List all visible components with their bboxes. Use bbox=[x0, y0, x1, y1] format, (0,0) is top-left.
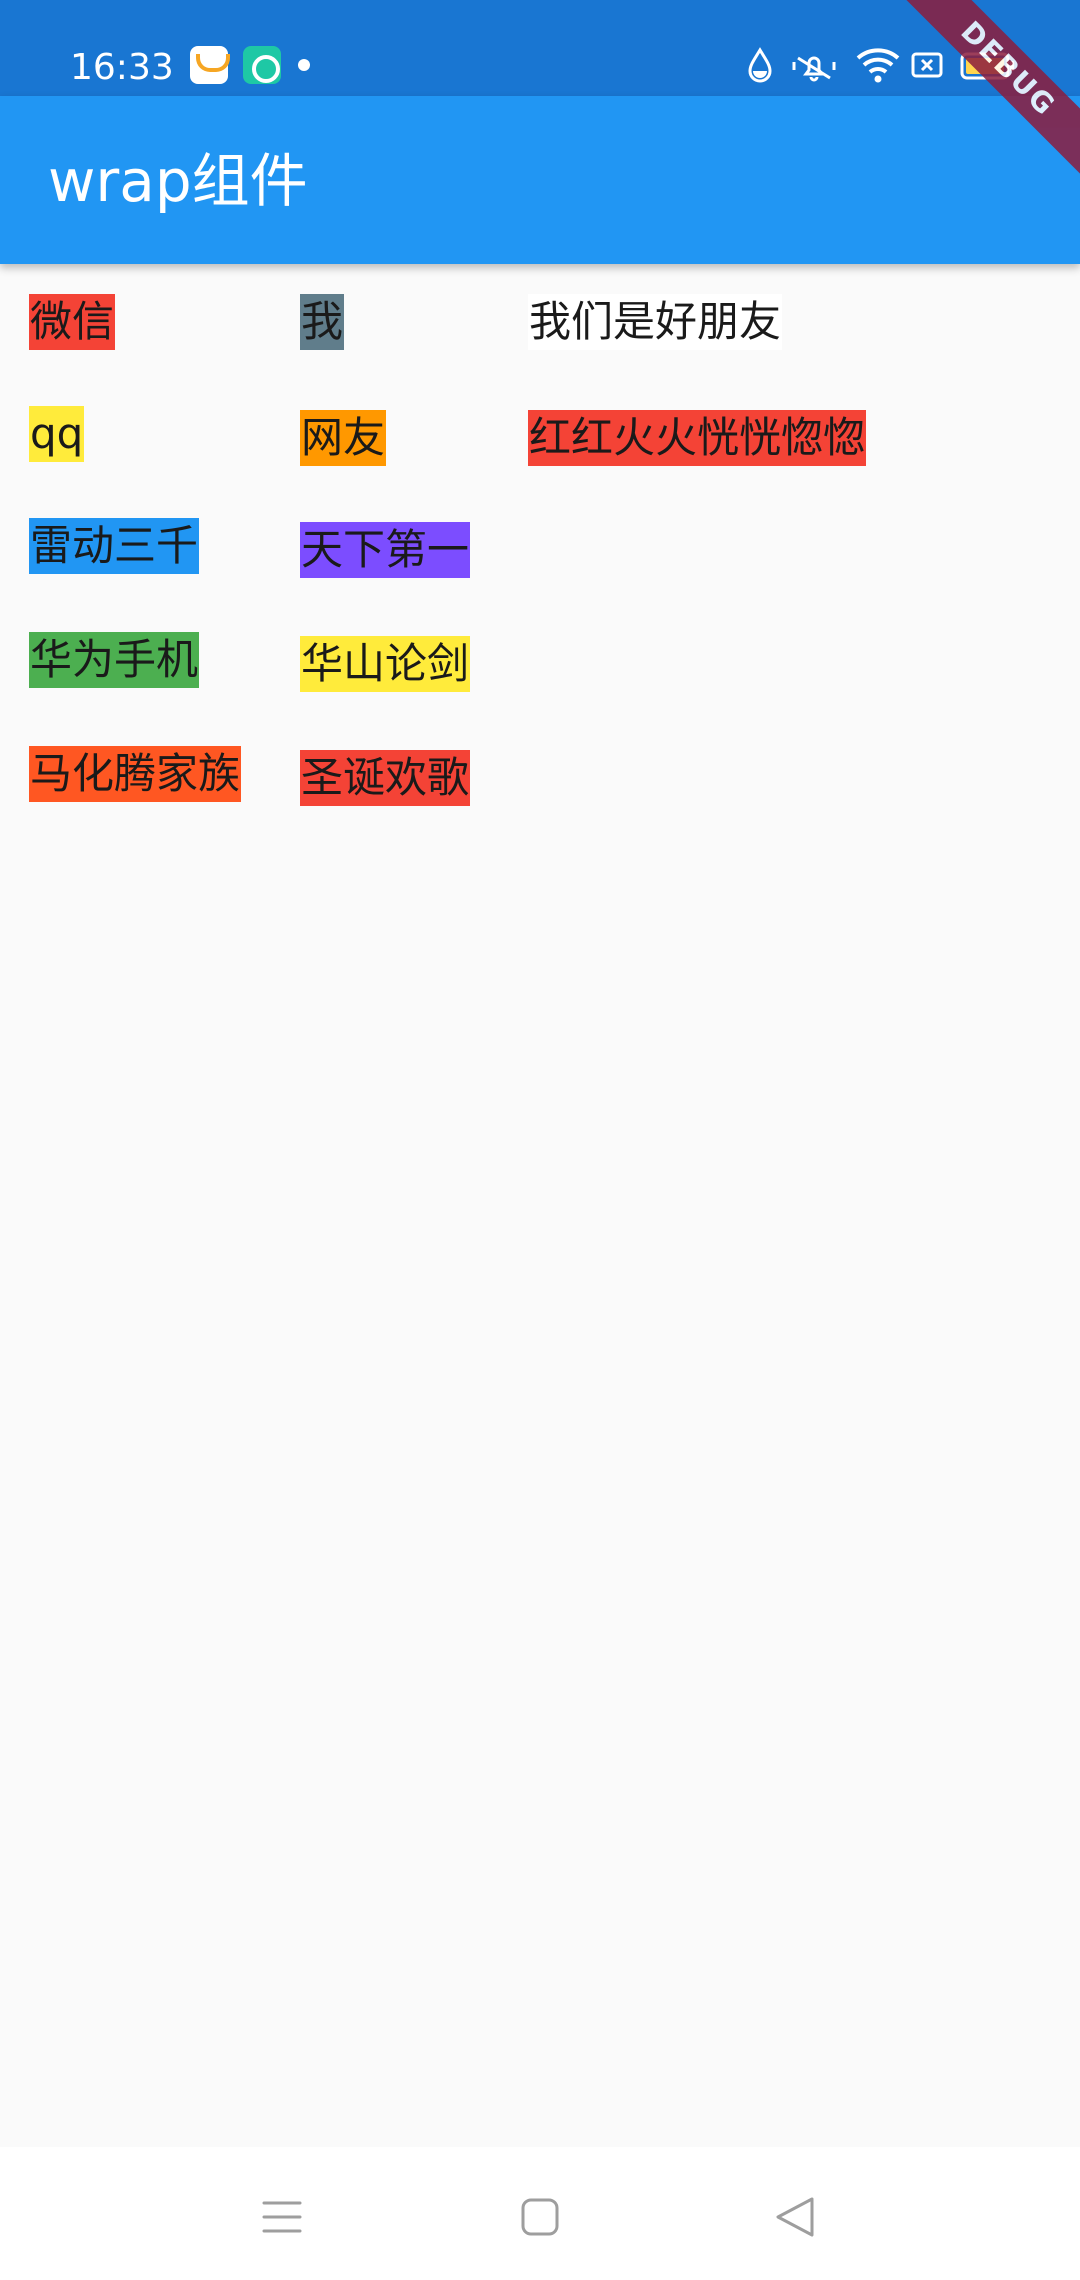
chip-4: 网友 bbox=[300, 410, 387, 466]
home-icon[interactable] bbox=[500, 2177, 580, 2257]
back-icon[interactable] bbox=[756, 2177, 836, 2257]
mute-icon bbox=[792, 56, 836, 82]
app-bar: wrap组件 bbox=[0, 96, 1080, 264]
notification-dot bbox=[298, 59, 310, 71]
status-time: 16:33 bbox=[70, 47, 174, 88]
menu-icon[interactable] bbox=[242, 2177, 322, 2257]
store-icon bbox=[190, 46, 230, 84]
chip-7: 天下第一 bbox=[300, 522, 471, 578]
chip-5: 红红火火恍恍惚惚 bbox=[528, 410, 867, 466]
navigation-bar bbox=[0, 2147, 1080, 2280]
sim-icon bbox=[911, 52, 943, 78]
chip-6: 雷动三千 bbox=[29, 518, 200, 574]
water-drop-icon bbox=[748, 47, 772, 83]
green-app-icon bbox=[243, 46, 281, 84]
chip-8: 华为手机 bbox=[29, 632, 200, 688]
page-title: wrap组件 bbox=[48, 147, 308, 215]
chip-1: 我 bbox=[300, 294, 345, 350]
chip-9: 华山论剑 bbox=[300, 636, 471, 692]
chip-3: qq bbox=[29, 406, 85, 462]
chip-0: 微信 bbox=[29, 294, 116, 350]
chip-10: 马化腾家族 bbox=[29, 746, 242, 802]
wifi-icon bbox=[856, 48, 900, 83]
chip-2: 我们是好朋友 bbox=[528, 294, 783, 350]
status-bar: 16:33 bbox=[0, 0, 1080, 96]
chip-11: 圣诞欢歌 bbox=[300, 750, 471, 806]
